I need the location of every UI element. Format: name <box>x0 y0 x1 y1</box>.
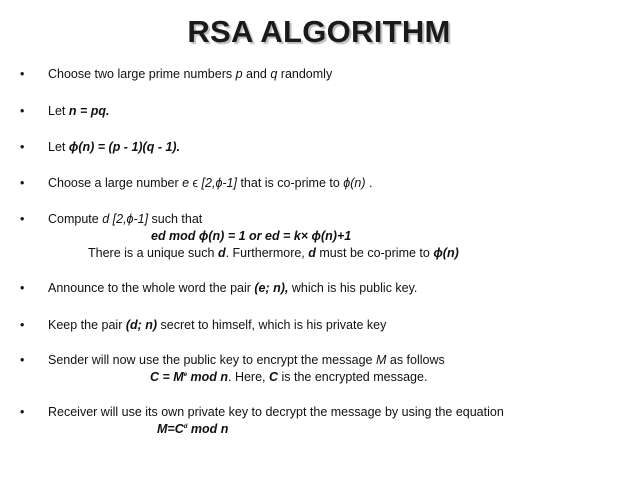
bullet-marker: • <box>20 176 25 190</box>
text: Let <box>48 140 69 154</box>
text: such that <box>148 212 203 226</box>
text: Sender will now use the public key to en… <box>48 353 376 367</box>
decrypt-equation: M=Cd mod n <box>157 422 228 436</box>
item-receiver: Receiver will use its own private key to… <box>48 405 504 419</box>
text: Let <box>48 104 69 118</box>
text: Keep the pair <box>48 318 126 332</box>
text: . Here, <box>228 370 269 384</box>
var-m: M <box>375 353 387 367</box>
phi: ϕ(n) <box>343 176 366 190</box>
text: Announce to the whole word the pair <box>48 281 255 295</box>
equation-ed-mod: ed mod ϕ(n) = 1 or ed = k× ϕ(n)+1 <box>151 229 352 243</box>
text: must be co-prime to <box>315 246 434 260</box>
text: secret to himself, which is his private … <box>157 318 387 332</box>
text: that is co-prime to <box>236 176 344 190</box>
text: ϵ <box>189 176 202 190</box>
item-choose-primes: Choose two large prime numbers p and q r… <box>48 67 332 81</box>
var-c: C <box>269 370 279 384</box>
var-d: d <box>308 246 316 260</box>
range: [2,ϕ-1] <box>201 176 237 190</box>
range: [2,ϕ-1] <box>109 212 149 226</box>
private-key-pair: (d; n) <box>125 318 158 332</box>
bullet-marker: • <box>20 140 25 154</box>
text: and <box>242 67 271 81</box>
bullet-marker: • <box>20 318 25 332</box>
text: is the encrypted message. <box>278 370 428 384</box>
public-key-pair: (e; n), <box>254 281 289 295</box>
expr: M=C <box>157 422 184 436</box>
bullet-marker: • <box>20 405 25 419</box>
expr: mod n <box>187 422 229 436</box>
item-sender: Sender will now use the public key to en… <box>48 353 445 367</box>
var-p: p <box>235 67 243 81</box>
var-d: d <box>217 246 226 260</box>
bullet-marker: • <box>20 281 25 295</box>
bullet-marker: • <box>20 67 25 81</box>
item-let-phi: Let ϕ(n) = (p - 1)(q - 1). <box>48 140 180 154</box>
slide-title: RSA ALGORITHM <box>187 14 451 49</box>
expr: mod n <box>187 370 229 384</box>
text: which is his public key. <box>288 281 418 295</box>
encrypt-equation: C = Me mod n. Here, C is the encrypted m… <box>150 370 427 384</box>
bullet-marker: • <box>20 353 25 367</box>
bullet-marker: • <box>20 212 25 226</box>
text: Choose a large number <box>48 176 183 190</box>
text: . Furthermore, <box>225 246 309 260</box>
item-compute-d: Compute d [2,ϕ-1] such that <box>48 212 202 226</box>
item-choose-e: Choose a large number e ϵ [2,ϕ-1] that i… <box>48 176 372 190</box>
bullet-marker: • <box>20 104 25 118</box>
text: as follows <box>386 353 445 367</box>
phi: ϕ(n) <box>433 246 459 260</box>
expr-phi: ϕ(n) = (p - 1)(q - 1). <box>68 140 181 154</box>
text: There is a unique such <box>88 246 218 260</box>
expr-n: n = pq. <box>68 104 110 118</box>
item-announce: Announce to the whole word the pair (e; … <box>48 281 417 295</box>
text: Compute <box>48 212 103 226</box>
item-keep: Keep the pair (d; n) secret to himself, … <box>48 318 386 332</box>
text: Choose two large prime numbers <box>48 67 236 81</box>
expr: C = M <box>150 370 184 384</box>
item-let-n: Let n = pq. <box>48 104 109 118</box>
text: . <box>365 176 373 190</box>
text: randomly <box>277 67 333 81</box>
unique-d-note: There is a unique such d. Furthermore, d… <box>88 246 459 260</box>
